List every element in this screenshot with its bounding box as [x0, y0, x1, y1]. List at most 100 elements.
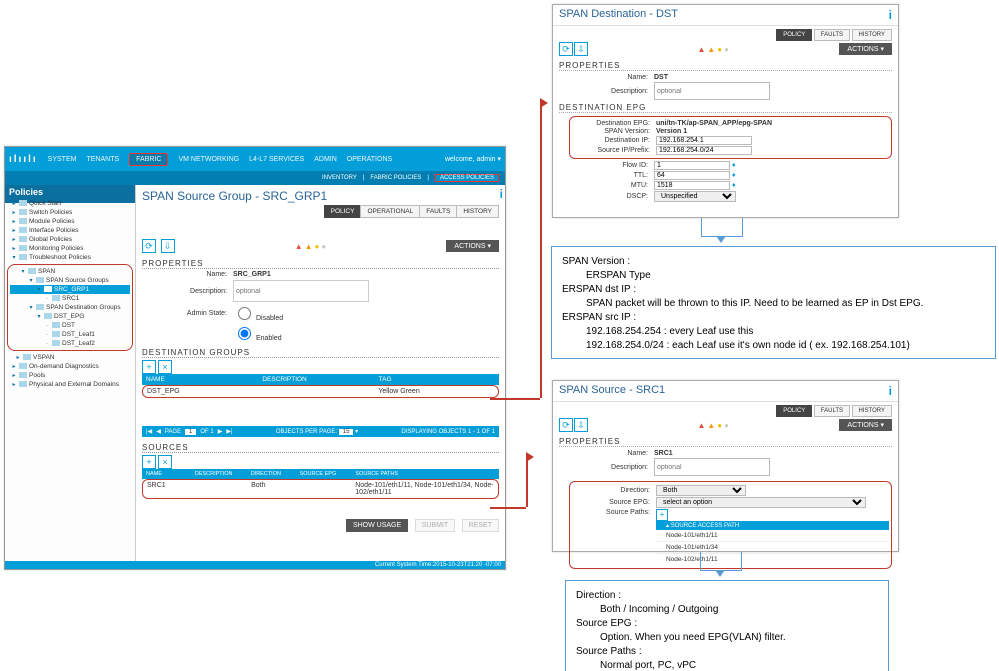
subnav-inventory[interactable]: INVENTORY [322, 175, 357, 181]
ttl-input[interactable] [654, 171, 730, 180]
tree-module-policies[interactable]: ▸Module Policies [5, 217, 135, 226]
tree-ondemand[interactable]: ▸On-demand Diagnostics [5, 362, 135, 371]
src-path-row[interactable]: Node-101/eth1/11 [656, 530, 889, 542]
opp-select[interactable]: 15 [339, 429, 354, 435]
name-label: Name: [142, 271, 233, 278]
tree-pools[interactable]: ▸Pools [5, 371, 135, 380]
src-tab-policy[interactable]: POLICY [776, 405, 812, 417]
src-row-name: SRC1 [147, 482, 196, 496]
dst-desc-input[interactable] [654, 82, 770, 100]
src-table-header: NAME DESCRIPTION DIRECTION SOURCE EPG SO… [142, 469, 499, 479]
user-menu[interactable]: welcome, admin ▾ [445, 155, 501, 163]
actions-button[interactable]: ACTIONS ▾ [446, 240, 499, 252]
sources-header: SOURCES [142, 443, 499, 453]
tree-switch-policies[interactable]: ▸Switch Policies [5, 208, 135, 217]
dst-ip-input[interactable] [656, 136, 752, 145]
tree-src1[interactable]: ·SRC1 [10, 294, 130, 303]
tree-troubleshoot-policies[interactable]: ▾Troubleshoot Policies [5, 253, 135, 262]
callout-bracket-icon [701, 218, 743, 237]
info-icon[interactable]: i [889, 384, 892, 398]
tree-span-highlight: ▾SPAN ▾SPAN Source Groups ▾SRC_GRP1 ·SRC… [7, 264, 133, 351]
refresh-icon[interactable]: ⟳ [142, 239, 156, 253]
dest-row[interactable]: DST_EPG Yellow Green [142, 385, 499, 398]
reset-button[interactable]: RESET [462, 519, 499, 532]
info-icon[interactable]: i [500, 187, 503, 201]
src-paths-header: ▴ SOURCE ACCESS PATH [656, 521, 889, 530]
show-usage-button[interactable]: SHOW USAGE [346, 519, 408, 532]
src-props-header: PROPERTIES [559, 437, 892, 447]
direction-select[interactable]: Both [656, 485, 746, 496]
dst-tab-faults[interactable]: FAULTS [814, 29, 850, 41]
dst-tab-policy[interactable]: POLICY [776, 29, 812, 41]
fault-icons: ▲▲●● [295, 242, 329, 251]
tree-vspan[interactable]: ▸VSPAN [5, 353, 135, 362]
tab-policy[interactable]: POLICY [324, 205, 362, 218]
tree-src-grp1[interactable]: ▾SRC_GRP1 [10, 285, 130, 294]
tab-history[interactable]: HISTORY [456, 205, 499, 218]
fault-icons: ▲▲●● [697, 45, 731, 54]
dst-tab-history[interactable]: HISTORY [852, 29, 892, 41]
dest-groups-header: DESTINATION GROUPS [142, 348, 499, 358]
admin-disabled-radio[interactable]: Disabled [233, 304, 283, 322]
source-epg-select[interactable]: select an option [656, 497, 866, 508]
src-ip-input[interactable] [656, 146, 752, 155]
add-src-icon[interactable]: + [142, 455, 156, 469]
refresh-icon[interactable]: ⟳ [559, 418, 573, 432]
mtu-input[interactable] [654, 181, 730, 190]
tree-span[interactable]: ▾SPAN [10, 267, 130, 276]
download-icon[interactable]: ⇩ [574, 418, 588, 432]
dest-row-tag: Yellow Green [378, 388, 494, 395]
desc-input[interactable] [233, 280, 369, 302]
connector-src [490, 507, 526, 509]
src-desc-input[interactable] [654, 458, 770, 476]
nav-admin[interactable]: ADMIN [314, 156, 337, 163]
subnav-access-policies[interactable]: ACCESS POLICIES [435, 174, 499, 182]
tree-dst-leaf1[interactable]: ·DST_Leaf1 [10, 330, 130, 339]
flow-id-input[interactable] [654, 161, 730, 170]
tab-bar: POLICY OPERATIONAL FAULTS HISTORY [325, 205, 499, 218]
tree-quickstart[interactable]: ▸Quick Start [5, 199, 135, 208]
tree-dst-leaf2[interactable]: ·DST_Leaf2 [10, 339, 130, 348]
tree-span-source-groups[interactable]: ▾SPAN Source Groups [10, 276, 130, 285]
src-path-row[interactable]: Node-101/eth1/34 [656, 542, 889, 554]
del-dest-icon[interactable]: × [158, 360, 172, 374]
src-row[interactable]: SRC1 Both Node-101/eth1/11, Node-101/eth… [142, 479, 499, 499]
add-path-icon[interactable]: + [656, 509, 668, 521]
tree-dst[interactable]: ·DST [10, 321, 130, 330]
src-tab-history[interactable]: HISTORY [852, 405, 892, 417]
sub-nav: INVENTORY | FABRIC POLICIES | ACCESS POL… [5, 171, 505, 185]
tree-monitoring-policies[interactable]: ▸Monitoring Policies [5, 244, 135, 253]
dest-table-header: NAMEDESCRIPTIONTAG [142, 374, 499, 385]
page-title: SPAN Source Group - SRC_GRP1 [142, 189, 499, 203]
tree-dst-epg[interactable]: ▾DST_EPG [10, 312, 130, 321]
cisco-logo: ılıılı [9, 154, 38, 165]
tree-phys-domains[interactable]: ▸Physical and External Domains [5, 380, 135, 389]
dscp-select[interactable]: Unspecified [654, 191, 736, 202]
download-icon[interactable]: ⇩ [161, 239, 175, 253]
tree-interface-policies[interactable]: ▸Interface Policies [5, 226, 135, 235]
admin-enabled-radio[interactable]: Enabled [233, 324, 282, 342]
nav-system[interactable]: SYSTEM [48, 156, 77, 163]
src-tab-faults[interactable]: FAULTS [814, 405, 850, 417]
subnav-fabric-policies[interactable]: FABRIC POLICIES [370, 175, 421, 181]
nav-l4l7[interactable]: L4-L7 SERVICES [249, 156, 304, 163]
src-path-row[interactable]: Node-102/eth1/11 [656, 554, 889, 565]
nav-ops[interactable]: OPERATIONS [347, 156, 392, 163]
dst-actions-button[interactable]: ACTIONS ▾ [839, 43, 892, 55]
tree-span-dest-groups[interactable]: ▾SPAN Destination Groups [10, 303, 130, 312]
refresh-icon[interactable]: ⟳ [559, 42, 573, 56]
nav-tenants[interactable]: TENANTS [86, 156, 119, 163]
src-actions-button[interactable]: ACTIONS ▾ [839, 419, 892, 431]
download-icon[interactable]: ⇩ [574, 42, 588, 56]
tab-operational[interactable]: OPERATIONAL [360, 205, 420, 218]
page-input[interactable]: 1 [185, 429, 196, 435]
nav-fabric[interactable]: FABRIC [129, 153, 168, 166]
info-icon[interactable]: i [889, 8, 892, 22]
tree-global-policies[interactable]: ▸Global Policies [5, 235, 135, 244]
del-src-icon[interactable]: × [158, 455, 172, 469]
tab-faults[interactable]: FAULTS [419, 205, 457, 218]
nav-vm[interactable]: VM NETWORKING [178, 156, 239, 163]
add-dest-icon[interactable]: + [142, 360, 156, 374]
submit-button[interactable]: SUBMIT [415, 519, 455, 532]
apic-window: ılıılı SYSTEM TENANTS FABRIC VM NETWORKI… [4, 146, 506, 570]
